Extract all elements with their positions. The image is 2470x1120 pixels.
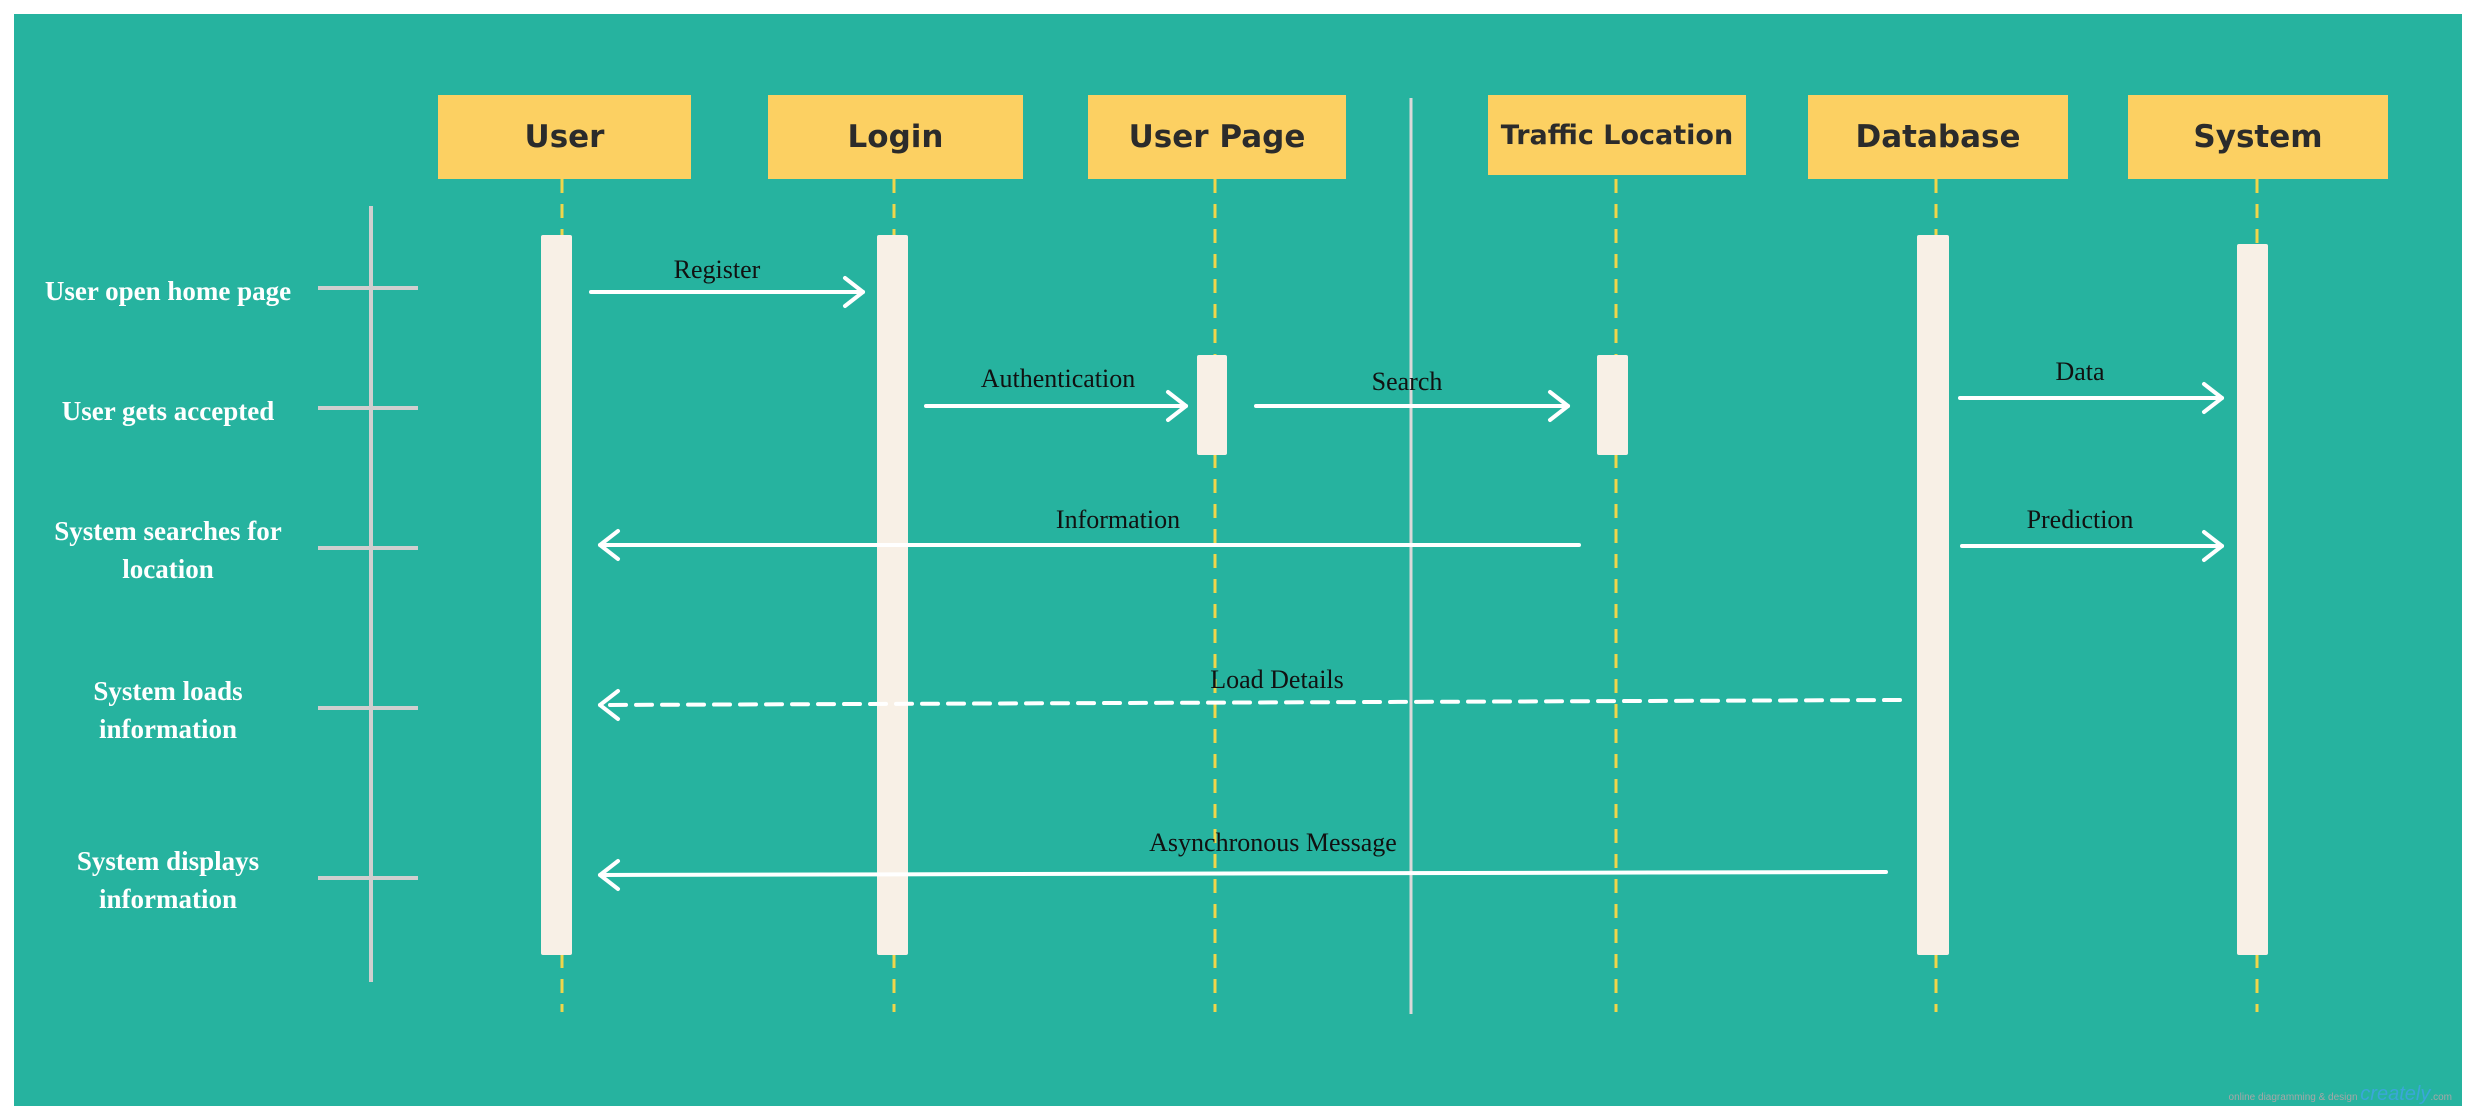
- message-label-search: Search: [1371, 367, 1443, 396]
- step-label-2: User gets accepted: [61, 396, 275, 426]
- activation-bar-system: [2237, 244, 2268, 955]
- activation-bar-database: [1917, 235, 1949, 955]
- step-label-1: User open home page: [44, 276, 292, 306]
- activation-bar-traffic-location: [1597, 355, 1628, 455]
- message-label-register: Register: [673, 255, 761, 284]
- creately-watermark: online diagramming & design creately.com: [2229, 1083, 2452, 1106]
- diagram-canvas: User Login User Page Traffic Location Da…: [14, 14, 2462, 1106]
- watermark-tagline: online diagramming & design: [2228, 1092, 2358, 1103]
- step-label-5: System displays information: [76, 846, 260, 914]
- message-label-load-details: Load Details: [1210, 665, 1344, 694]
- message-label-information: Information: [1055, 505, 1181, 534]
- arrow-information: [598, 529, 1581, 561]
- watermark-suffix: .com: [2430, 1092, 2452, 1103]
- message-label-authentication: Authentication: [980, 364, 1136, 393]
- arrow-load-details: [598, 689, 1902, 721]
- watermark-brand: creately: [2360, 1083, 2431, 1105]
- arrow-prediction: [1960, 530, 2224, 562]
- arrow-authentication: [924, 390, 1188, 422]
- arrow-asynchronous-message: [598, 859, 1888, 891]
- arrow-data: [1958, 382, 2224, 414]
- sequence-graphics: [318, 98, 2268, 1014]
- activation-bar-user: [541, 235, 572, 955]
- message-label-data: Data: [2055, 357, 2105, 386]
- activation-bars: [541, 235, 2268, 955]
- activation-bar-login: [877, 235, 908, 955]
- step-label-4: System loads information: [93, 676, 243, 744]
- message-label-prediction: Prediction: [2026, 505, 2134, 534]
- timeline-axis: [318, 206, 418, 982]
- message-label-asynchronous-message: Asynchronous Message: [1149, 828, 1397, 857]
- step-label-3: System searches for location: [54, 516, 282, 584]
- activation-bar-user-page: [1197, 355, 1227, 455]
